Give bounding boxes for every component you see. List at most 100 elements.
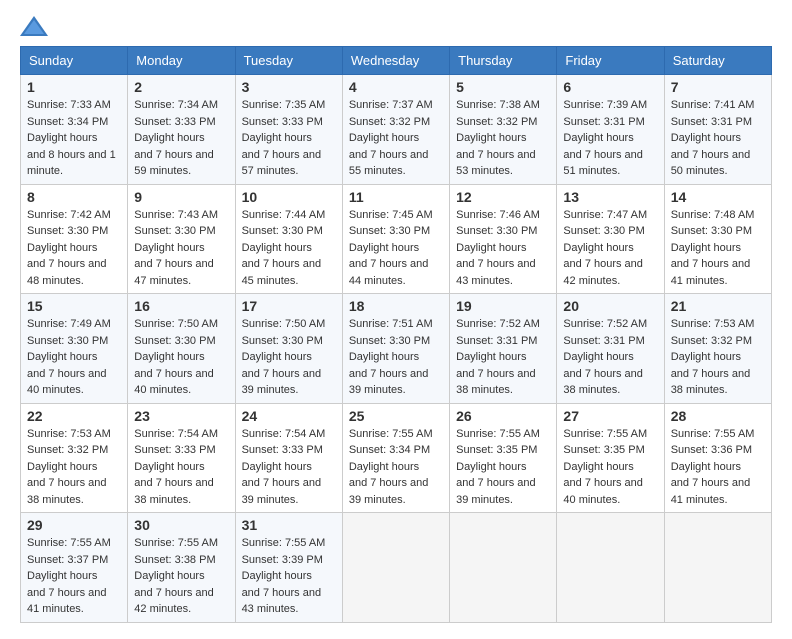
daylight-label: Daylight hours xyxy=(242,461,312,473)
day-number: 9 xyxy=(134,189,228,205)
sunset-label: Sunset: 3:30 PM xyxy=(349,335,430,347)
calendar-cell: 12 Sunrise: 7:46 AM Sunset: 3:30 PM Dayl… xyxy=(450,184,557,294)
sunrise-label: Sunrise: 7:50 AM xyxy=(134,318,218,330)
day-info: Sunrise: 7:45 AM Sunset: 3:30 PM Dayligh… xyxy=(349,207,443,290)
day-number: 18 xyxy=(349,298,443,314)
day-info: Sunrise: 7:48 AM Sunset: 3:30 PM Dayligh… xyxy=(671,207,765,290)
day-info: Sunrise: 7:39 AM Sunset: 3:31 PM Dayligh… xyxy=(563,97,657,180)
day-number: 29 xyxy=(27,517,121,533)
day-info: Sunrise: 7:46 AM Sunset: 3:30 PM Dayligh… xyxy=(456,207,550,290)
day-info: Sunrise: 7:37 AM Sunset: 3:32 PM Dayligh… xyxy=(349,97,443,180)
daylight-label: Daylight hours xyxy=(349,242,419,254)
day-number: 14 xyxy=(671,189,765,205)
sunrise-label: Sunrise: 7:55 AM xyxy=(563,428,647,440)
sunrise-label: Sunrise: 7:46 AM xyxy=(456,209,540,221)
sunrise-label: Sunrise: 7:53 AM xyxy=(671,318,755,330)
sunset-label: Sunset: 3:32 PM xyxy=(27,444,108,456)
sunrise-label: Sunrise: 7:33 AM xyxy=(27,99,111,111)
daylight-value: and 7 hours and 38 minutes. xyxy=(563,368,643,397)
sunset-label: Sunset: 3:37 PM xyxy=(27,554,108,566)
day-info: Sunrise: 7:52 AM Sunset: 3:31 PM Dayligh… xyxy=(563,316,657,399)
sunrise-label: Sunrise: 7:39 AM xyxy=(563,99,647,111)
weekday-header-monday: Monday xyxy=(128,47,235,75)
sunrise-label: Sunrise: 7:41 AM xyxy=(671,99,755,111)
day-info: Sunrise: 7:55 AM Sunset: 3:37 PM Dayligh… xyxy=(27,535,121,618)
daylight-label: Daylight hours xyxy=(563,351,633,363)
sunset-label: Sunset: 3:30 PM xyxy=(134,225,215,237)
day-info: Sunrise: 7:52 AM Sunset: 3:31 PM Dayligh… xyxy=(456,316,550,399)
daylight-label: Daylight hours xyxy=(456,461,526,473)
daylight-value: and 7 hours and 38 minutes. xyxy=(456,368,536,397)
sunset-label: Sunset: 3:30 PM xyxy=(242,335,323,347)
daylight-label: Daylight hours xyxy=(671,242,741,254)
day-info: Sunrise: 7:49 AM Sunset: 3:30 PM Dayligh… xyxy=(27,316,121,399)
daylight-value: and 7 hours and 42 minutes. xyxy=(563,258,643,287)
daylight-value: and 7 hours and 45 minutes. xyxy=(242,258,322,287)
week-row-3: 15 Sunrise: 7:49 AM Sunset: 3:30 PM Dayl… xyxy=(21,294,772,404)
sunset-label: Sunset: 3:30 PM xyxy=(27,225,108,237)
daylight-value: and 7 hours and 51 minutes. xyxy=(563,149,643,178)
daylight-label: Daylight hours xyxy=(242,570,312,582)
sunset-label: Sunset: 3:38 PM xyxy=(134,554,215,566)
sunset-label: Sunset: 3:33 PM xyxy=(134,444,215,456)
day-number: 20 xyxy=(563,298,657,314)
daylight-label: Daylight hours xyxy=(456,132,526,144)
sunrise-label: Sunrise: 7:34 AM xyxy=(134,99,218,111)
sunrise-label: Sunrise: 7:49 AM xyxy=(27,318,111,330)
sunrise-label: Sunrise: 7:43 AM xyxy=(134,209,218,221)
daylight-label: Daylight hours xyxy=(134,461,204,473)
daylight-label: Daylight hours xyxy=(27,132,97,144)
daylight-value: and 7 hours and 59 minutes. xyxy=(134,149,214,178)
day-number: 28 xyxy=(671,408,765,424)
day-info: Sunrise: 7:41 AM Sunset: 3:31 PM Dayligh… xyxy=(671,97,765,180)
calendar-cell: 7 Sunrise: 7:41 AM Sunset: 3:31 PM Dayli… xyxy=(664,75,771,185)
daylight-value: and 7 hours and 55 minutes. xyxy=(349,149,429,178)
calendar-cell xyxy=(557,513,664,623)
sunrise-label: Sunrise: 7:45 AM xyxy=(349,209,433,221)
calendar-cell xyxy=(664,513,771,623)
day-number: 25 xyxy=(349,408,443,424)
daylight-value: and 7 hours and 47 minutes. xyxy=(134,258,214,287)
day-info: Sunrise: 7:55 AM Sunset: 3:35 PM Dayligh… xyxy=(563,426,657,509)
week-row-2: 8 Sunrise: 7:42 AM Sunset: 3:30 PM Dayli… xyxy=(21,184,772,294)
calendar-cell: 3 Sunrise: 7:35 AM Sunset: 3:33 PM Dayli… xyxy=(235,75,342,185)
weekday-header-thursday: Thursday xyxy=(450,47,557,75)
daylight-value: and 7 hours and 39 minutes. xyxy=(349,368,429,397)
sunset-label: Sunset: 3:31 PM xyxy=(563,116,644,128)
day-info: Sunrise: 7:50 AM Sunset: 3:30 PM Dayligh… xyxy=(134,316,228,399)
sunset-label: Sunset: 3:32 PM xyxy=(349,116,430,128)
calendar-cell: 26 Sunrise: 7:55 AM Sunset: 3:35 PM Dayl… xyxy=(450,403,557,513)
daylight-value: and 7 hours and 38 minutes. xyxy=(27,477,107,506)
week-row-4: 22 Sunrise: 7:53 AM Sunset: 3:32 PM Dayl… xyxy=(21,403,772,513)
day-number: 3 xyxy=(242,79,336,95)
sunset-label: Sunset: 3:30 PM xyxy=(671,225,752,237)
daylight-label: Daylight hours xyxy=(27,461,97,473)
daylight-value: and 7 hours and 39 minutes. xyxy=(456,477,536,506)
calendar-cell: 8 Sunrise: 7:42 AM Sunset: 3:30 PM Dayli… xyxy=(21,184,128,294)
day-number: 16 xyxy=(134,298,228,314)
sunrise-label: Sunrise: 7:52 AM xyxy=(563,318,647,330)
daylight-label: Daylight hours xyxy=(671,461,741,473)
day-info: Sunrise: 7:38 AM Sunset: 3:32 PM Dayligh… xyxy=(456,97,550,180)
day-info: Sunrise: 7:53 AM Sunset: 3:32 PM Dayligh… xyxy=(27,426,121,509)
sunset-label: Sunset: 3:32 PM xyxy=(671,335,752,347)
daylight-value: and 8 hours and 1 minute. xyxy=(27,149,116,178)
calendar-cell: 22 Sunrise: 7:53 AM Sunset: 3:32 PM Dayl… xyxy=(21,403,128,513)
day-info: Sunrise: 7:55 AM Sunset: 3:36 PM Dayligh… xyxy=(671,426,765,509)
daylight-value: and 7 hours and 41 minutes. xyxy=(671,477,751,506)
daylight-label: Daylight hours xyxy=(27,570,97,582)
daylight-label: Daylight hours xyxy=(134,132,204,144)
week-row-5: 29 Sunrise: 7:55 AM Sunset: 3:37 PM Dayl… xyxy=(21,513,772,623)
day-info: Sunrise: 7:54 AM Sunset: 3:33 PM Dayligh… xyxy=(134,426,228,509)
day-number: 21 xyxy=(671,298,765,314)
calendar-cell xyxy=(342,513,449,623)
day-number: 31 xyxy=(242,517,336,533)
sunrise-label: Sunrise: 7:55 AM xyxy=(456,428,540,440)
daylight-label: Daylight hours xyxy=(134,351,204,363)
day-number: 12 xyxy=(456,189,550,205)
daylight-label: Daylight hours xyxy=(671,351,741,363)
sunset-label: Sunset: 3:30 PM xyxy=(349,225,430,237)
daylight-value: and 7 hours and 40 minutes. xyxy=(27,368,107,397)
calendar-cell: 17 Sunrise: 7:50 AM Sunset: 3:30 PM Dayl… xyxy=(235,294,342,404)
day-number: 27 xyxy=(563,408,657,424)
